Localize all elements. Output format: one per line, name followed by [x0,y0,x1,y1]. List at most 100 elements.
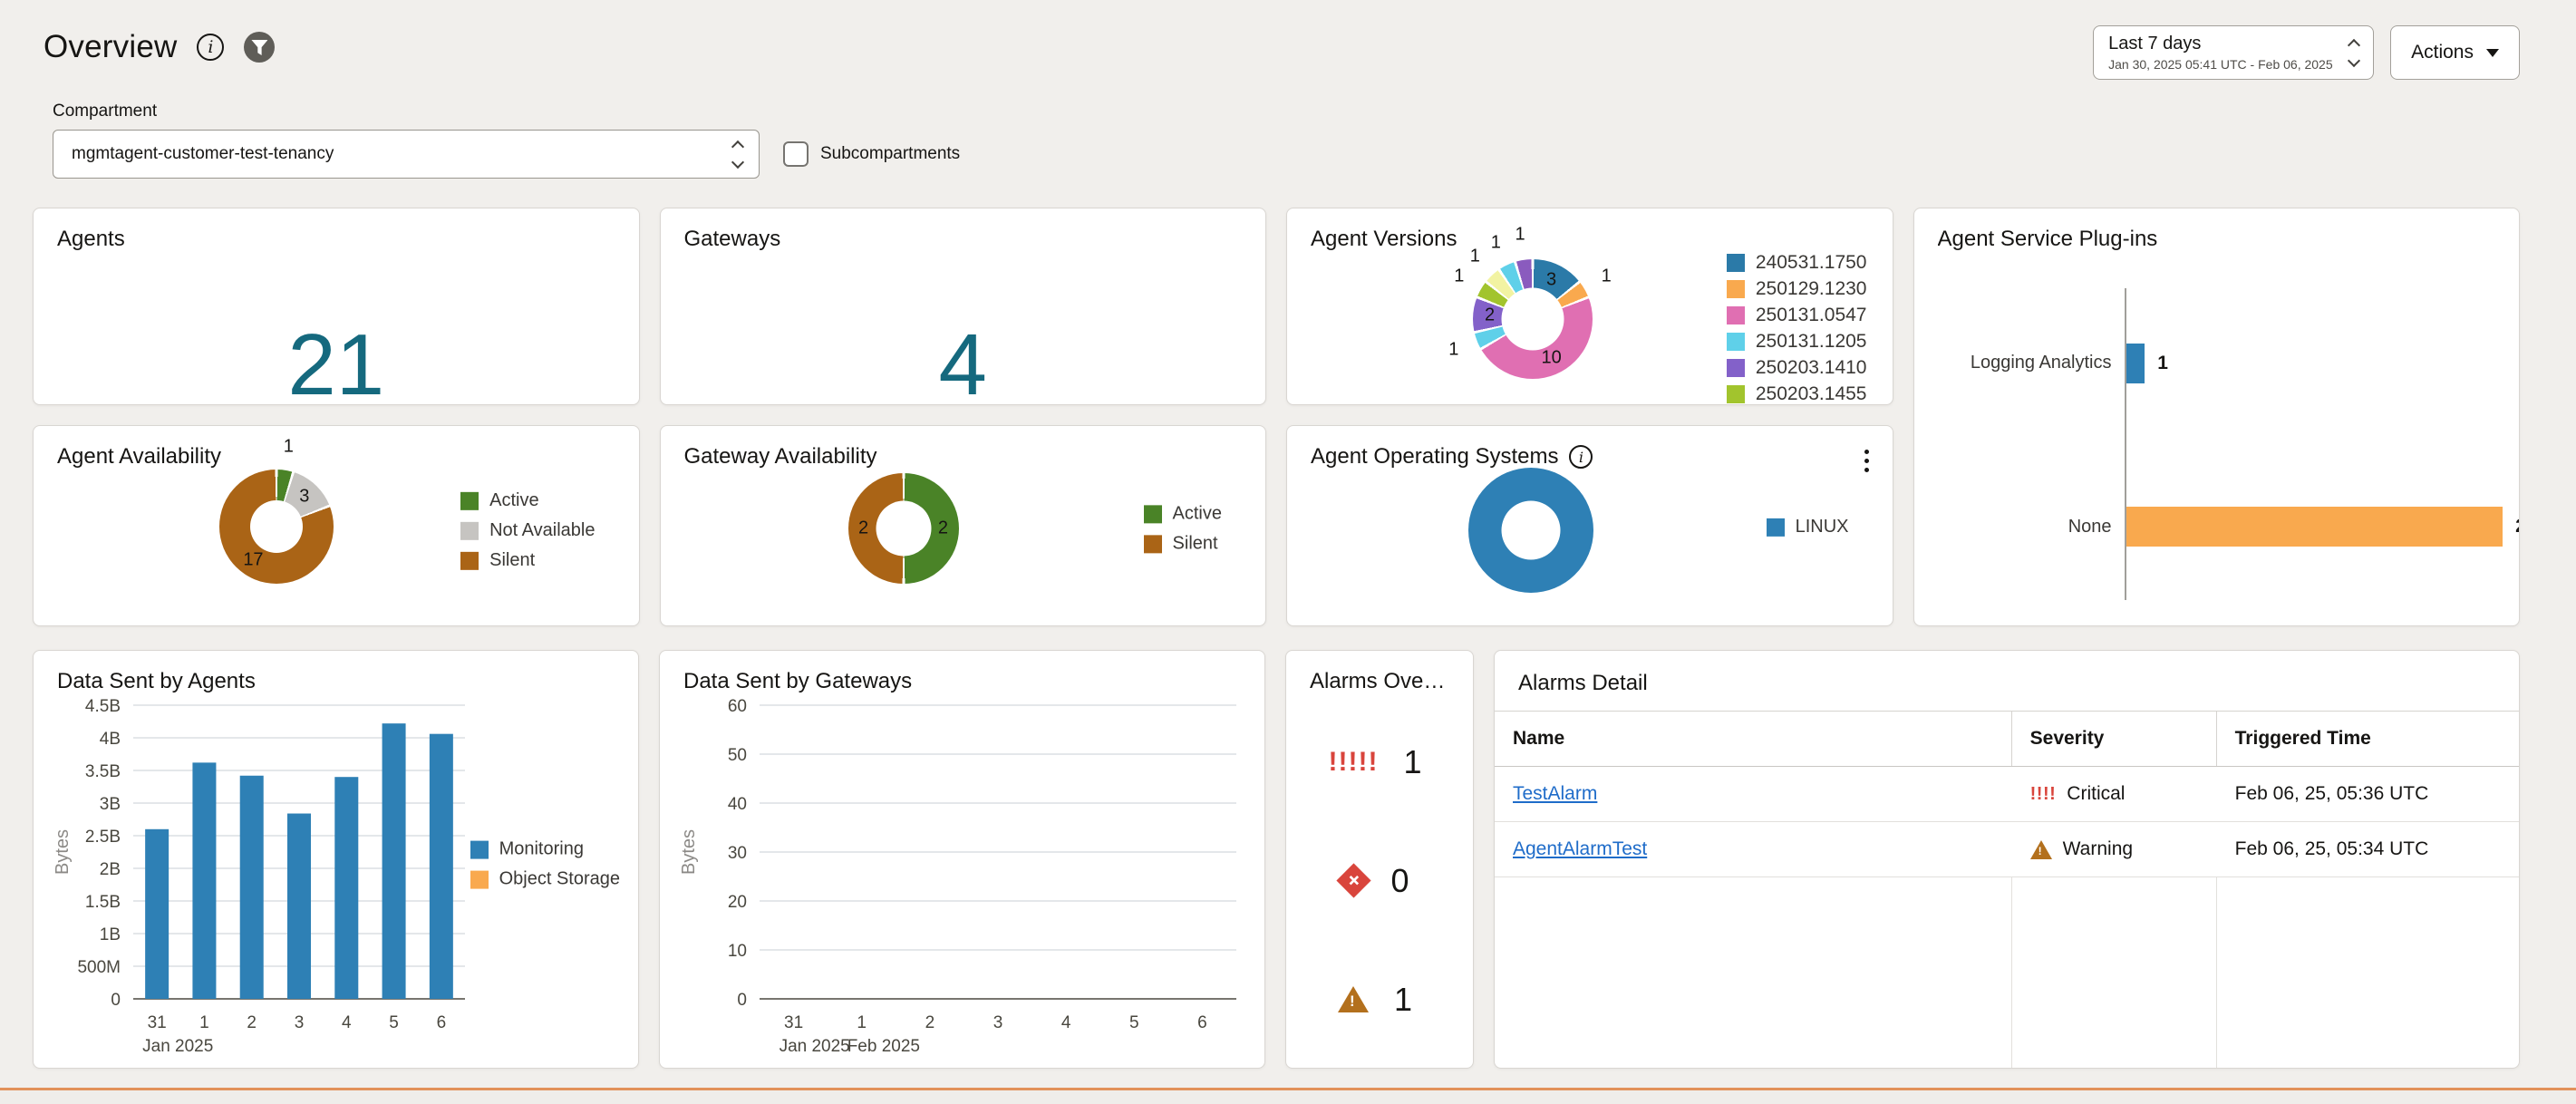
triggered-time: Feb 06, 25, 05:34 UTC [2217,822,2519,876]
actions-button[interactable]: Actions [2390,25,2520,80]
legend-item: Object Storage [470,869,620,890]
legend-item: 240531.1750 [1727,252,1867,274]
agent-availability-card: Agent Availability 1317 ActiveNot Availa… [33,425,640,626]
warning-alarms-row: ! 1 [1286,981,1473,1019]
chevron-down-icon [2348,53,2360,66]
legend-swatch [1767,518,1785,536]
time-range-stepper[interactable] [2348,36,2360,70]
compartment-value: mgmtagent-customer-test-tenancy [72,144,334,164]
info-icon[interactable]: i [1569,445,1593,469]
legend-swatch [460,551,479,569]
data-sent-by-agents-chart[interactable]: Bytes0500M1B1.5B2B2.5B3B3.5B4B4.5B31Jan … [46,692,472,1060]
time-range-label: Last 7 days [2108,34,2337,54]
chart-svg: Bytes010203040506031Jan 20251Feb 2025234… [673,692,1244,1055]
filter-icon[interactable] [244,32,275,63]
caret-down-icon [2486,49,2499,57]
svg-text:2: 2 [925,1013,935,1032]
data-sent-by-gateways-chart[interactable]: Bytes010203040506031Jan 20251Feb 2025234… [673,692,1244,1060]
compartment-label: Compartment [53,102,2520,121]
compartment-select[interactable]: mgmtagent-customer-test-tenancy [53,130,760,179]
legend-item: Silent [1144,533,1222,554]
svg-text:2B: 2B [100,860,121,879]
card-title: Agent Versions [1311,227,1869,252]
column-header-name: Name [1495,712,2012,766]
hbar-bar[interactable] [2126,344,2145,383]
subcompartments-checkbox[interactable] [783,141,809,167]
chart-axis-line [2125,288,2126,600]
warning-severity-icon: ! [2030,840,2052,859]
svg-text:5: 5 [1129,1013,1139,1032]
legend-item: 250203.1410 [1727,357,1867,379]
agent-versions-donut-chart[interactable]: 3110121111 [1473,259,1593,379]
svg-text:4: 4 [342,1013,352,1032]
alarms-table-row: TestAlarm!!!!CriticalFeb 06, 25, 05:36 U… [1495,767,2519,822]
donut-segment-label: 17 [243,550,263,571]
info-icon[interactable]: i [197,34,224,61]
legend-label: Not Available [489,520,595,541]
legend-label: LINUX [1796,517,1849,537]
legend-label: Object Storage [499,869,620,890]
data-sent-by-agents-card: Data Sent by Agents Bytes0500M1B1.5B2B2.… [33,650,639,1069]
agent-versions-legend: 240531.1750250129.1230250131.0547250131.… [1727,252,1867,405]
donut-segment-label: 10 [1541,347,1561,368]
bottom-strip [0,1090,2576,1104]
card-title: Data Sent by Gateways [683,669,1241,694]
critical-severity-icon: !!!! [2030,785,2057,803]
donut-segment-label: 1 [1602,266,1612,287]
legend-item: Silent [460,550,595,571]
svg-text:31: 31 [148,1013,167,1032]
donut-segment-label: 1 [1448,340,1458,361]
svg-text:3: 3 [993,1013,1003,1032]
svg-text:10: 10 [728,942,747,961]
svg-text:4B: 4B [100,730,121,749]
svg-text:Bytes: Bytes [53,829,73,875]
legend-swatch [1727,333,1745,351]
legend-swatch [1727,359,1745,377]
svg-text:60: 60 [728,697,747,716]
agent-service-plugins-chart[interactable]: Logging Analytics1None20 [1934,268,2500,609]
card-title: Agent Service Plug-ins [1938,227,2496,252]
svg-text:4: 4 [1061,1013,1071,1032]
gateways-card: Gateways 4 [660,208,1267,405]
legend-label: 250131.0547 [1756,305,1867,326]
agent-os-donut-chart[interactable] [1468,468,1593,593]
kebab-menu-icon[interactable] [1861,446,1873,476]
hbar-row: Logging Analytics1 [1934,344,2500,383]
donut-segment-label: 1 [1454,266,1464,287]
svg-text:31: 31 [784,1013,803,1032]
time-range-selector[interactable]: Last 7 days Jan 30, 2025 05:41 UTC - Feb… [2093,25,2374,80]
card-title: Agents [57,227,615,252]
critical-severity-icon: !!!!! [1329,749,1379,776]
gateway-availability-donut-chart[interactable]: 22 [848,473,959,584]
alarms-table-header: Name Severity Triggered Time [1495,712,2519,767]
hbar-value-label: 1 [2157,353,2168,374]
page-title: Overview [44,29,177,65]
svg-text:500M: 500M [77,958,121,977]
legend-label: Silent [489,550,535,571]
alarms-table-row: AgentAlarmTest!WarningFeb 06, 25, 05:34 … [1495,822,2519,877]
chevron-down-icon [731,155,744,168]
page-header: Overview i Last 7 days Jan 30, 2025 05:4… [33,18,2520,80]
alarm-name-link[interactable]: TestAlarm [1513,783,1597,805]
alarm-name-link[interactable]: AgentAlarmTest [1513,838,1647,860]
svg-text:2.5B: 2.5B [85,828,121,847]
chevron-up-icon [2348,38,2360,51]
data-sent-by-agents-legend: MonitoringObject Storage [470,839,620,890]
agents-count: 21 [34,315,639,405]
legend-item: Active [1144,503,1222,524]
legend-label: Active [489,490,538,511]
svg-text:4.5B: 4.5B [85,697,121,716]
column-header-triggered-time: Triggered Time [2217,712,2519,766]
legend-swatch [460,521,479,539]
legend-label: 250203.1410 [1756,357,1867,379]
gateway-availability-legend: Active Silent [1144,503,1222,554]
agent-availability-donut-chart[interactable]: 1317 [219,470,334,584]
warning-alarms-count: 1 [1394,981,1421,1019]
legend-swatch [1727,254,1745,272]
card-title: Data Sent by Agents [57,669,615,694]
svg-text:6: 6 [437,1013,447,1032]
svg-text:Jan 2025: Jan 2025 [142,1037,213,1055]
actions-label: Actions [2411,42,2474,63]
legend-swatch [460,491,479,509]
hbar-bar[interactable] [2126,507,2503,547]
